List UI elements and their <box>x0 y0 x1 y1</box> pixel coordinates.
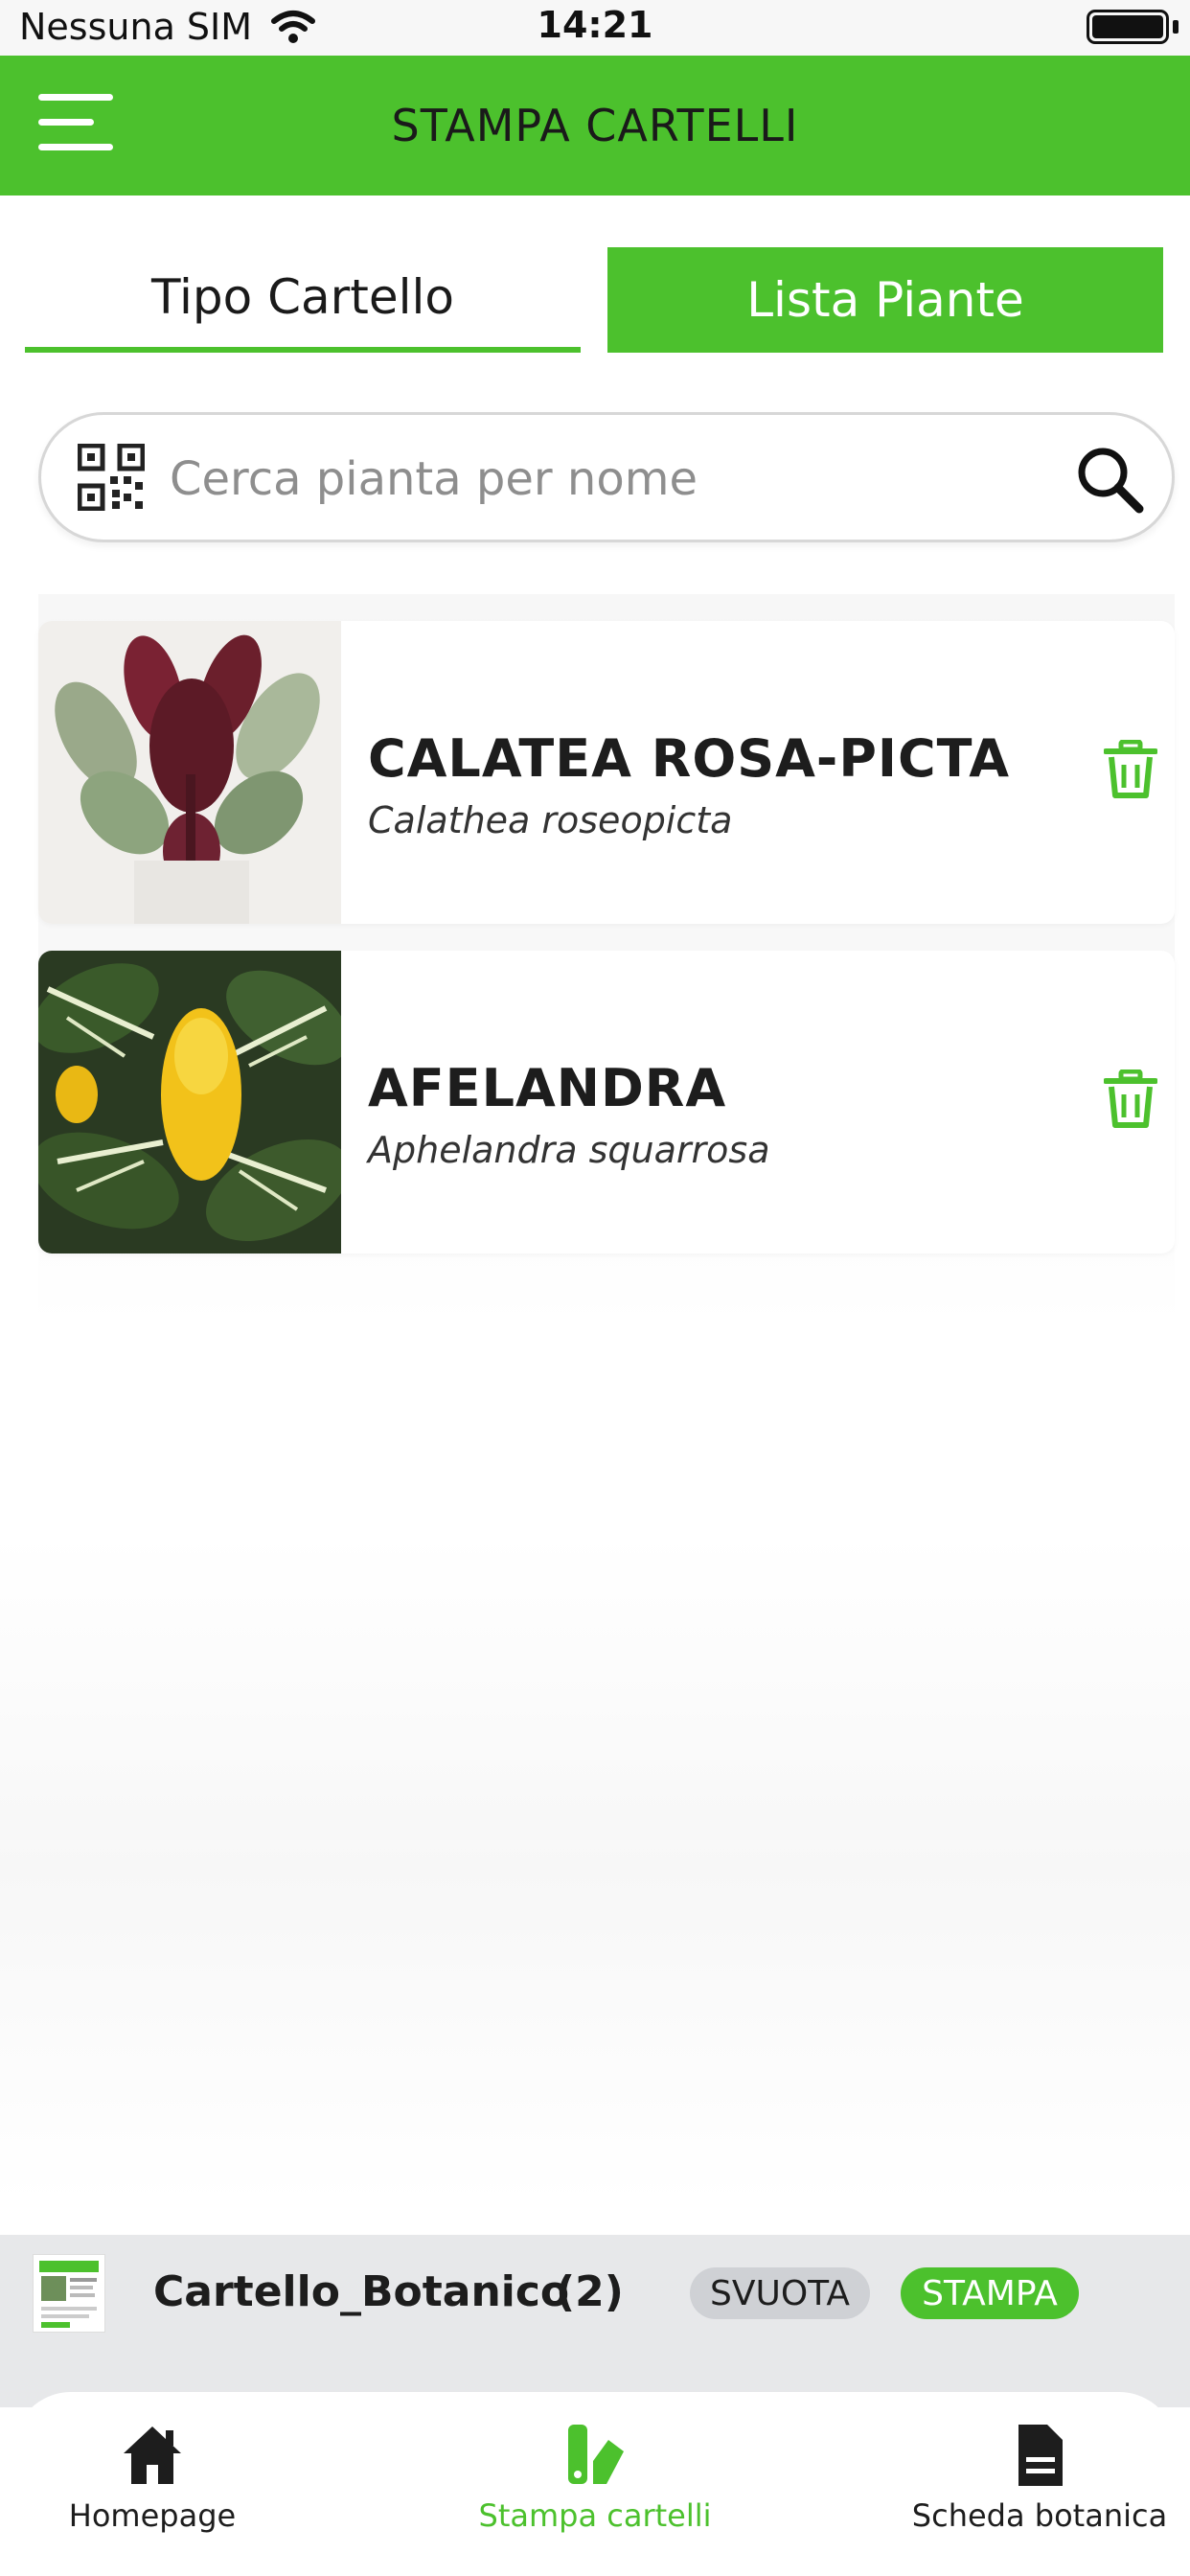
plant-card[interactable]: AFELANDRA Aphelandra squarrosa <box>38 951 1175 1254</box>
print-button[interactable]: STAMPA <box>901 2267 1079 2319</box>
nav-label: Scheda botanica <box>911 2497 1168 2534</box>
home-icon <box>124 2426 181 2484</box>
tab-lista-piante[interactable]: Lista Piante <box>607 247 1163 353</box>
document-icon <box>1018 2425 1063 2486</box>
clear-cart-button[interactable]: SVUOTA <box>690 2267 870 2319</box>
print-signs-icon <box>568 2425 624 2484</box>
plant-latin-name: Calathea roseopicta <box>368 799 733 841</box>
search-icon[interactable] <box>1074 444 1145 515</box>
trash-icon[interactable] <box>1104 1070 1157 1129</box>
battery-nub <box>1173 20 1179 34</box>
search-bar <box>38 412 1175 542</box>
sign-thumbnail[interactable] <box>33 2254 105 2333</box>
nav-scheda-botanica[interactable]: Scheda botanica <box>881 2392 1190 2574</box>
plant-photo <box>38 951 341 1254</box>
cart-count: (2) <box>556 2267 624 2316</box>
nav-label: Homepage <box>68 2497 237 2534</box>
background-fade <box>0 1533 1190 2204</box>
plant-latin-name: Aphelandra squarrosa <box>368 1129 770 1171</box>
plant-common-name: AFELANDRA <box>368 1058 727 1118</box>
plant-photo <box>38 621 341 924</box>
print-cart-bar: Cartello_Botanico (2) SVUOTA STAMPA <box>0 2235 1190 2407</box>
nav-homepage[interactable]: Homepage <box>0 2392 310 2574</box>
status-bar: Nessuna SIM 14:21 <box>0 0 1190 56</box>
battery-icon <box>1087 10 1169 44</box>
plant-common-name: CALATEA ROSA-PICTA <box>368 728 1011 789</box>
tab-tipo-cartello[interactable]: Tipo Cartello <box>25 247 581 353</box>
cart-sign-name: Cartello_Botanico <box>153 2267 570 2316</box>
nav-label: Stampa cartelli <box>478 2497 712 2534</box>
trash-icon[interactable] <box>1104 740 1157 799</box>
plant-card[interactable]: CALATEA ROSA-PICTA Calathea roseopicta <box>38 621 1175 924</box>
page-title: STAMPA CARTELLI <box>391 100 799 151</box>
search-input[interactable] <box>168 440 1072 518</box>
qr-code-icon[interactable] <box>78 444 145 511</box>
nav-stampa-cartelli[interactable]: Stampa cartelli <box>437 2392 753 2574</box>
app-header: STAMPA CARTELLI <box>0 56 1190 196</box>
bottom-nav: Homepage Stampa cartelli Scheda botanica <box>13 2392 1177 2576</box>
clock: 14:21 <box>537 4 653 46</box>
